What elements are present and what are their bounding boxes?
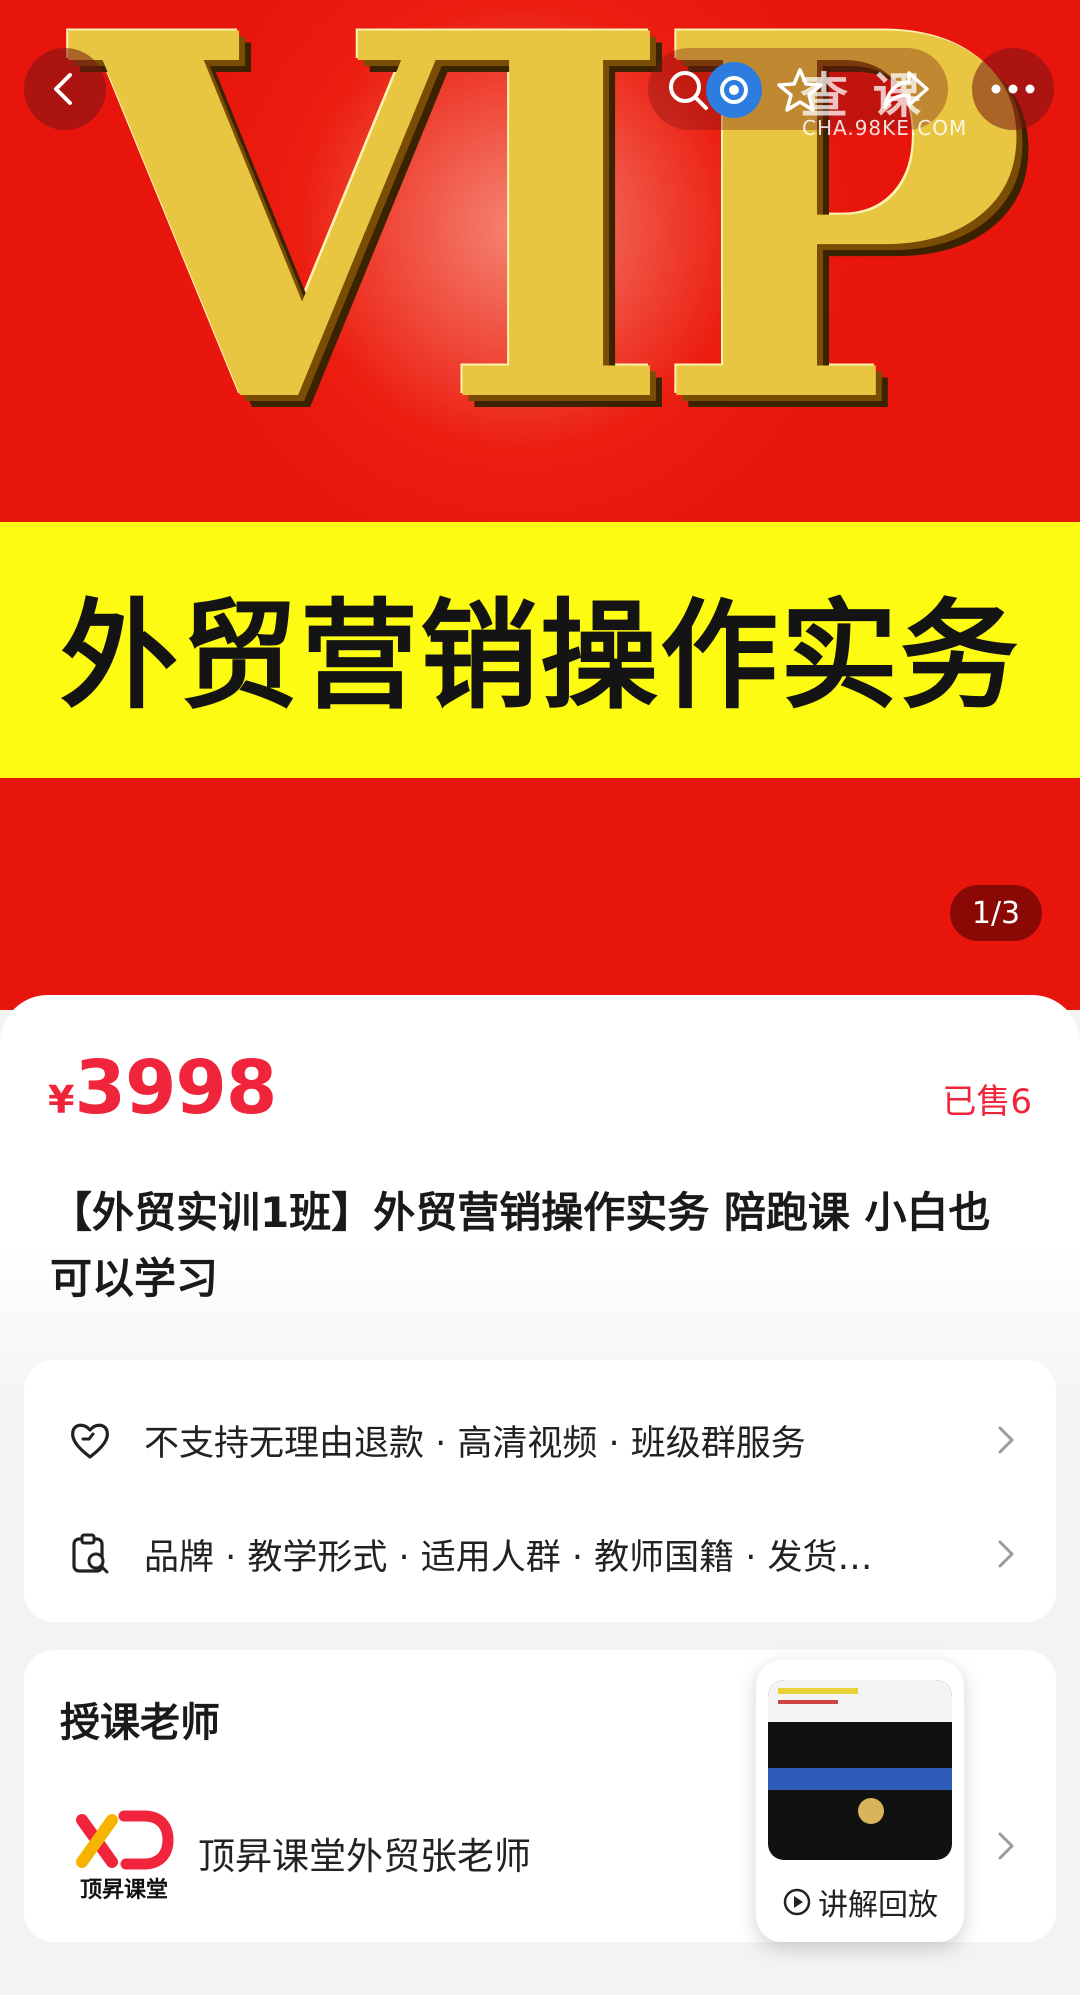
thumb-avatar [858, 1798, 884, 1824]
thumb-toolbar [768, 1768, 952, 1790]
service-row[interactable]: 不支持无理由退款 · 高清视频 · 班级群服务 [24, 1390, 1056, 1490]
qq-badge[interactable] [706, 62, 762, 118]
heart-shield-icon [66, 1416, 114, 1464]
teacher-section-title: 授课老师 [60, 1700, 220, 1746]
replay-video-widget[interactable]: 讲解回放 [756, 1660, 964, 1942]
teacher-name[interactable]: 顶昇课堂外贸张老师 [198, 1826, 531, 1880]
replay-label-text: 讲解回放 [818, 1888, 938, 1923]
attribute-row[interactable]: 品牌 · 教学形式 · 适用人群 · 教师国籍 · 发货… [24, 1504, 1056, 1604]
qq-icon [720, 76, 748, 104]
replay-label: 讲解回放 [756, 1880, 964, 1924]
play-circle-icon [783, 1888, 811, 1916]
more-dots-icon [991, 84, 1035, 94]
service-text: 不支持无理由退款 · 高清视频 · 班级群服务 [144, 1423, 806, 1464]
price-symbol: ¥ [48, 1078, 75, 1122]
chevron-left-icon [54, 73, 72, 105]
attribute-text: 品牌 · 教学形式 · 适用人群 · 教师国籍 · 发货… [144, 1537, 873, 1578]
product-title: 【外贸实训1班】外贸营销操作实务 陪跑课 小白也可以学习 [50, 1188, 991, 1303]
banner-title: 外贸营销操作实务 [59, 587, 1020, 725]
sold-count: 已售6 [942, 1082, 1032, 1122]
service-card: 不支持无理由退款 · 高清视频 · 班级群服务 品牌 · 教学形式 · 适用人群… [24, 1360, 1056, 1622]
watermark-url: CHA.98KE.COM [802, 116, 968, 140]
thumb-line [778, 1688, 858, 1694]
chevron-right-icon [998, 1832, 1014, 1860]
title-banner: 外贸营销操作实务 [0, 522, 1080, 778]
more-button[interactable] [972, 48, 1054, 130]
clipboard-search-icon [66, 1530, 114, 1578]
teacher-logo[interactable]: 顶昇课堂 [64, 1800, 184, 1903]
logo-text: 顶昇课堂 [79, 1878, 168, 1903]
price-value: 3998 [74, 1045, 277, 1131]
chevron-right-icon [998, 1540, 1014, 1568]
price: ¥3998 [48, 1045, 277, 1131]
search-icon [669, 71, 708, 110]
back-button[interactable] [24, 48, 106, 130]
chevron-right-icon [998, 1426, 1014, 1454]
video-thumbnail[interactable] [768, 1680, 952, 1860]
thumb-line [778, 1700, 838, 1704]
page-indicator: 1/3 [950, 885, 1042, 941]
product-image-carousel[interactable]: VIP 外贸营销操作实务 查 课 CHA.98KE.COM 1/3 [0, 0, 1080, 1010]
